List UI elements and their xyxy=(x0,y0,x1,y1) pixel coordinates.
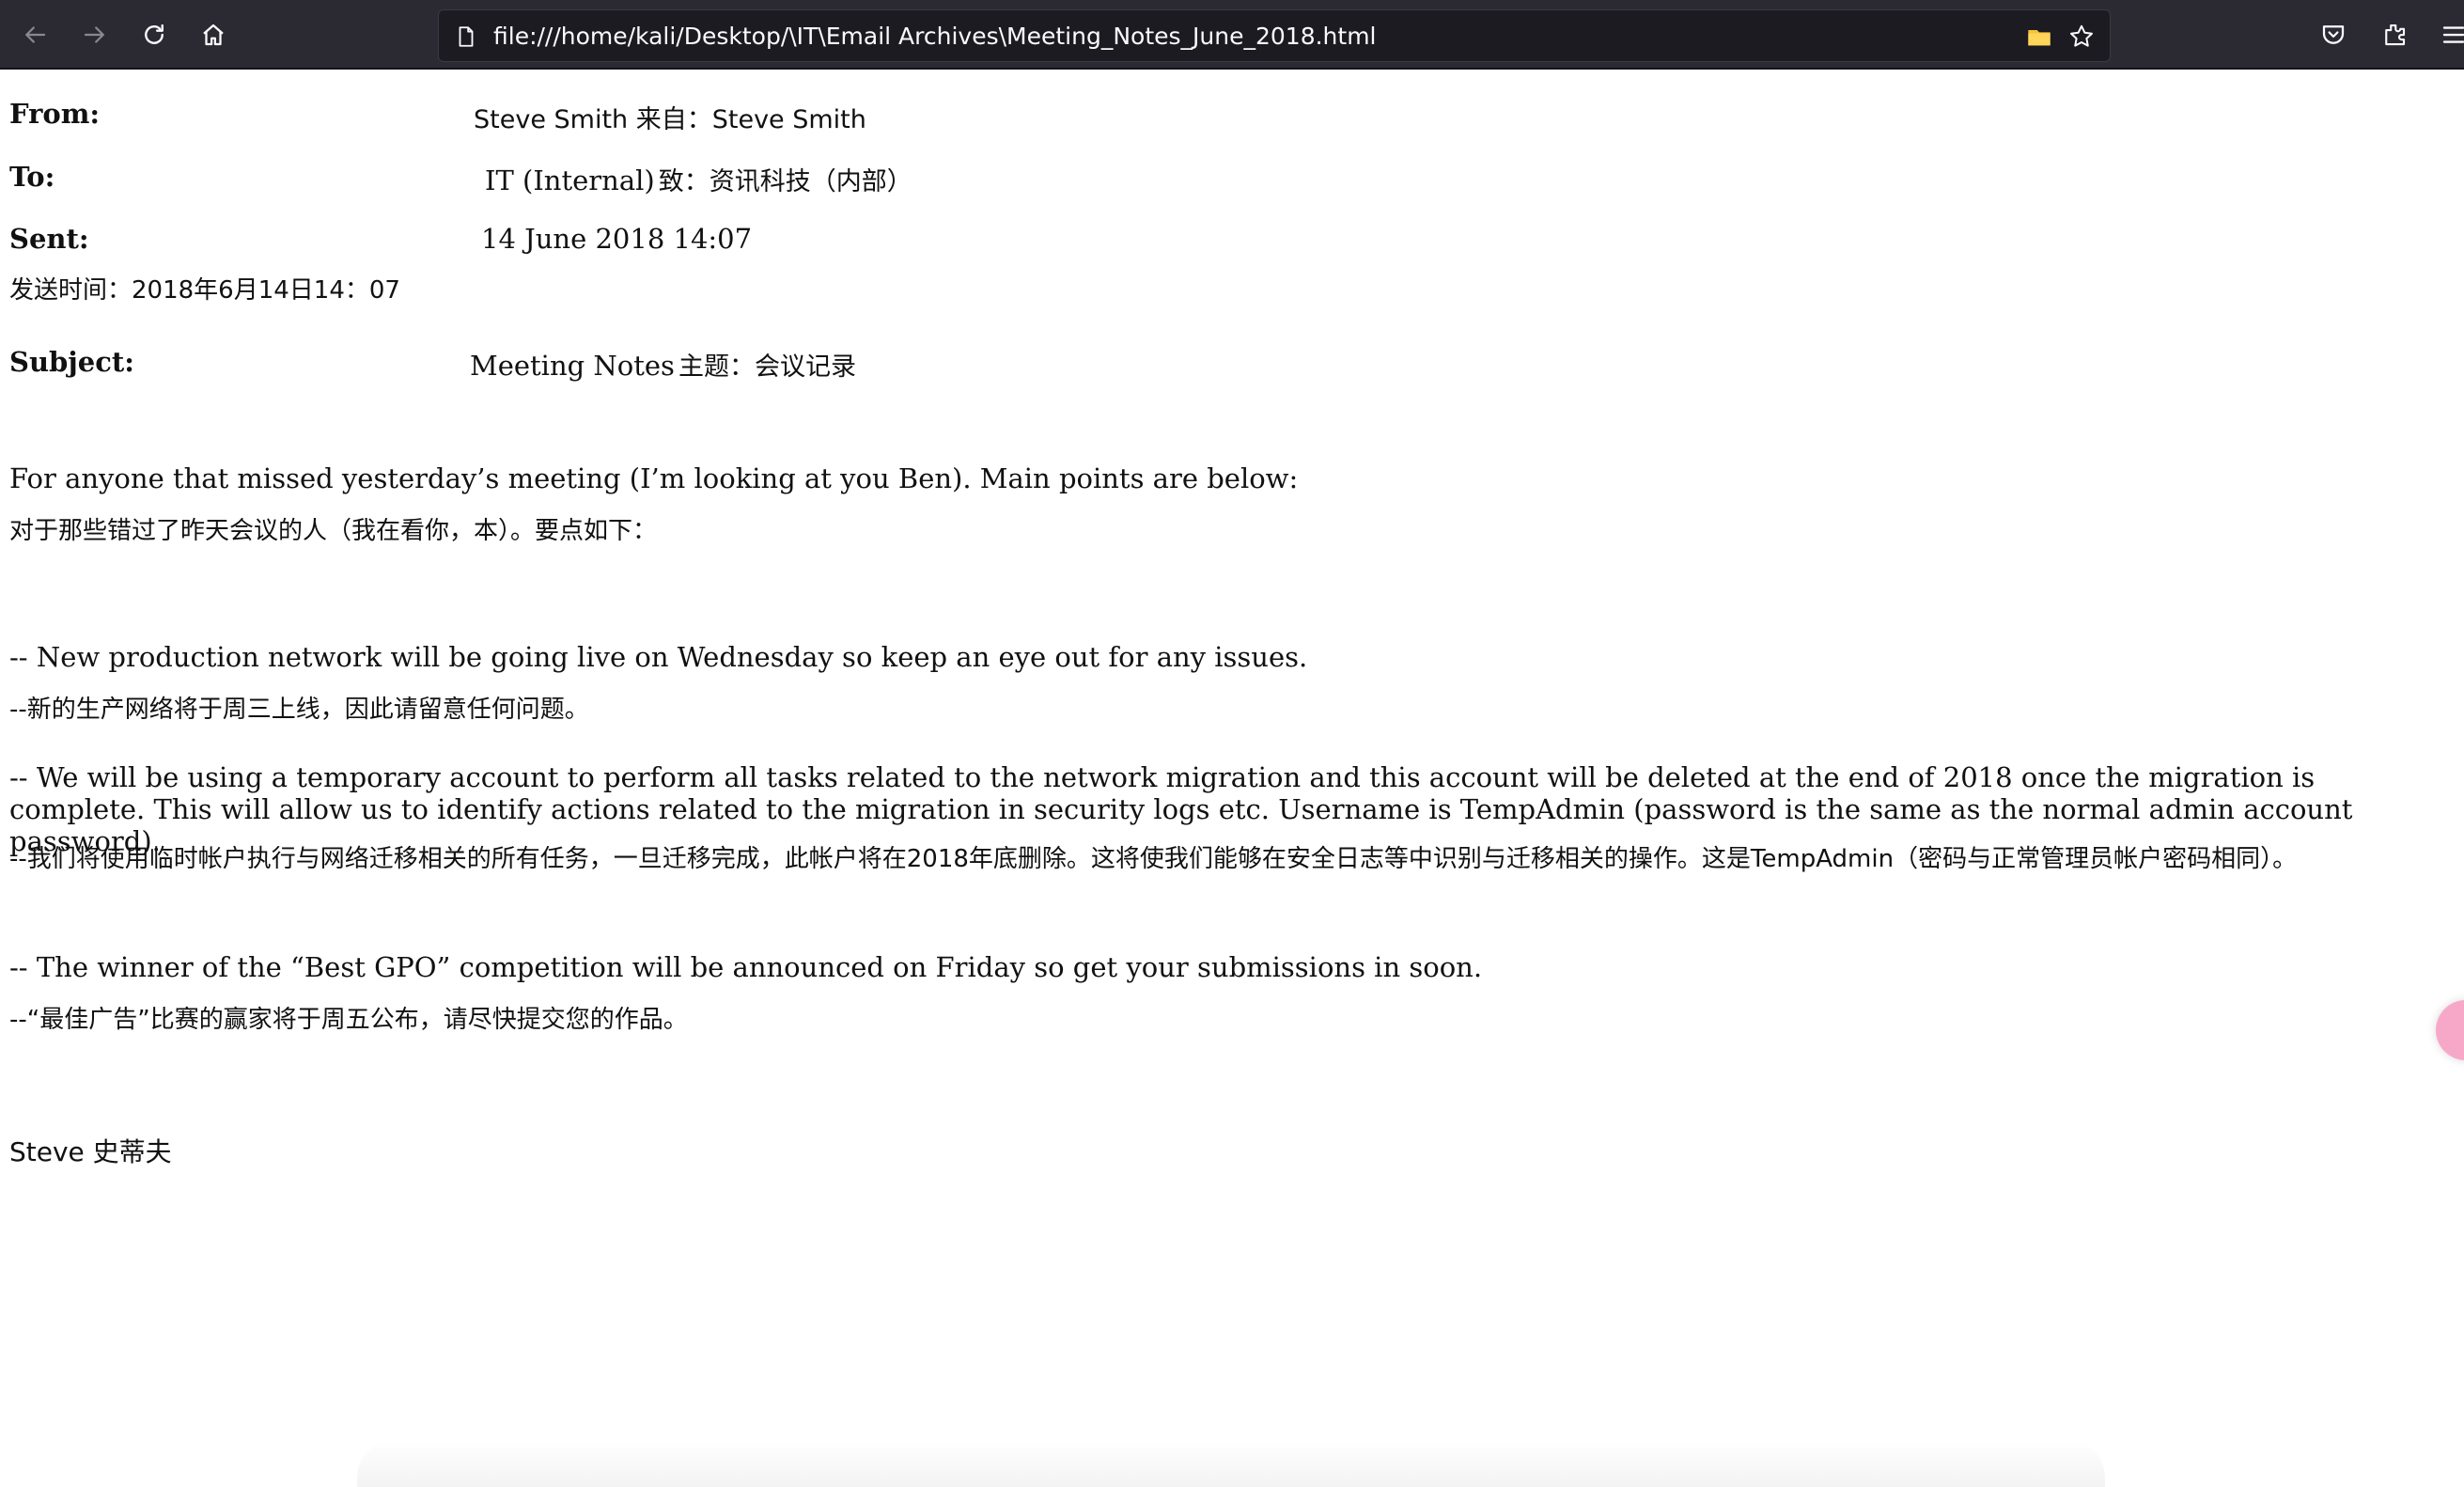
bottom-fade xyxy=(357,1440,2105,1487)
point-3-cn: --“最佳广告”比赛的赢家将于周五公布，请尽快提交您的作品。 xyxy=(9,1006,688,1034)
extensions-icon xyxy=(2385,23,2406,46)
point-1-cn: --新的生产网络将于周三上线，因此请留意任何问题。 xyxy=(9,696,589,724)
pocket-button[interactable] xyxy=(2314,15,2353,55)
menu-icon xyxy=(2442,26,2464,43)
from-label: From: xyxy=(9,98,101,130)
forward-icon xyxy=(84,26,104,43)
intro-en: For anyone that missed yesterday’s meeti… xyxy=(9,462,1299,494)
star-icon[interactable] xyxy=(2066,22,2097,52)
menu-button[interactable] xyxy=(2434,15,2464,55)
to-value: IT (Internal) 致：资讯科技（内部） xyxy=(485,161,912,197)
signature: Steve 史蒂夫 xyxy=(9,1136,172,1167)
page-icon xyxy=(452,23,480,51)
home-button[interactable] xyxy=(194,15,233,55)
pocket-icon xyxy=(2322,25,2345,44)
email-page: From: Steve Smith 来自：Steve Smith To: IT … xyxy=(0,71,2464,1487)
forward-button[interactable] xyxy=(75,15,115,55)
reload-button[interactable] xyxy=(134,15,174,55)
sent-value-cn: 发送时间：2018年6月14日14：07 xyxy=(9,276,400,305)
folder-icon[interactable] xyxy=(2025,23,2053,51)
sent-value: 14 June 2018 14:07 xyxy=(481,223,752,255)
to-label: To: xyxy=(9,161,55,193)
subject-label: Subject: xyxy=(9,346,135,378)
sent-value-en: 14 June 2018 14:07 xyxy=(481,223,753,255)
point-1-en: -- New production network will be going … xyxy=(9,641,1308,673)
url-text[interactable]: file:///home/kali/Desktop/\IT\Email Arch… xyxy=(493,10,1377,63)
point-3-en: -- The winner of the “Best GPO” competit… xyxy=(9,951,1483,983)
browser-toolbar: file:///home/kali/Desktop/\IT\Email Arch… xyxy=(0,0,2464,70)
extensions-button[interactable] xyxy=(2375,15,2414,55)
subject-value-en: Meeting Notes xyxy=(470,350,675,382)
url-bar[interactable]: file:///home/kali/Desktop/\IT\Email Arch… xyxy=(438,9,2111,62)
subject-value-cn: 主题：会议记录 xyxy=(678,352,856,382)
back-icon xyxy=(25,26,46,43)
to-value-cn: 致：资讯科技（内部） xyxy=(658,167,912,196)
sent-label: Sent: xyxy=(9,223,89,255)
point-2-cn: --我们将使用临时帐户执行与网络迁移相关的所有任务，一旦迁移完成，此帐户将在20… xyxy=(9,845,2298,873)
intro-cn: 对于那些错过了昨天会议的人（我在看你，本）。要点如下： xyxy=(9,517,658,545)
back-button[interactable] xyxy=(15,15,55,55)
subject-value: Meeting Notes 主题：会议记录 xyxy=(470,346,856,383)
home-icon xyxy=(203,23,224,46)
reload-icon xyxy=(145,23,164,44)
from-value: Steve Smith 来自：Steve Smith xyxy=(474,105,866,134)
to-value-en: IT (Internal) xyxy=(485,164,655,196)
